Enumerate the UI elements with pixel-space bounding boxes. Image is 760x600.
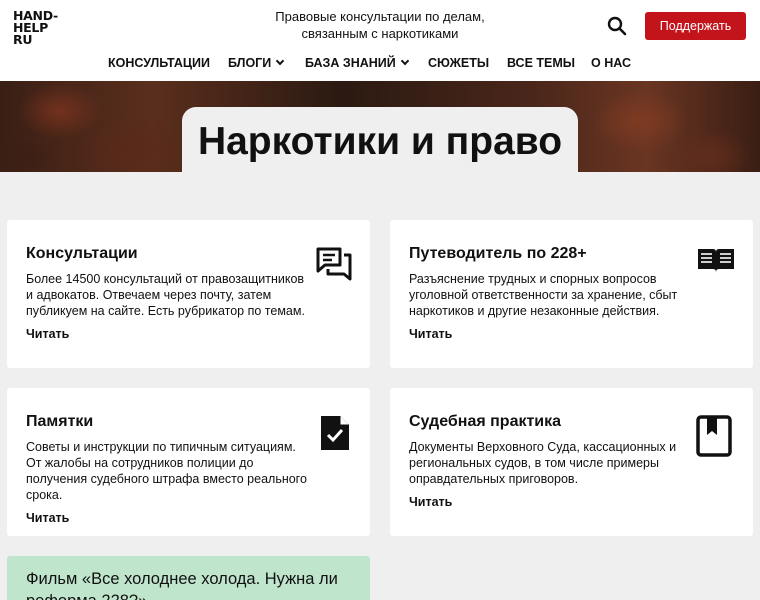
card-title: Путеводитель по 228+: [409, 245, 587, 262]
card-read-link[interactable]: Читать: [409, 327, 735, 341]
nav-item-about[interactable]: О НАС: [591, 56, 631, 70]
site-tagline: Правовые консультации по делам, связанны…: [270, 8, 490, 42]
card-memos[interactable]: Памятки Советы и инструкции по типичным …: [7, 388, 370, 536]
card-title: Консультации: [26, 245, 138, 262]
search-icon[interactable]: [606, 15, 628, 37]
chevron-down-icon: [400, 56, 409, 66]
nav-item-knowledge-base[interactable]: БАЗА ЗНАНИЙ: [305, 56, 409, 70]
card-read-link[interactable]: Читать: [26, 327, 352, 341]
card-guide-228[interactable]: Путеводитель по 228+ Разъяснение трудных…: [390, 220, 753, 368]
nav-item-label: БЛОГИ: [228, 56, 272, 70]
card-read-link[interactable]: Читать: [26, 511, 352, 525]
nav-item-all-topics[interactable]: ВСЕ ТЕМЫ: [507, 56, 575, 70]
chevron-down-icon: [276, 56, 285, 66]
card-read-link[interactable]: Читать: [409, 495, 735, 509]
nav-item-label: СЮЖЕТЫ: [428, 56, 490, 70]
support-button[interactable]: Поддержать: [645, 12, 746, 40]
nav-item-stories[interactable]: СЮЖЕТЫ: [428, 56, 489, 70]
nav-item-label: ВСЕ ТЕМЫ: [507, 56, 576, 70]
card-text: Документы Верховного Суда, кассационных …: [409, 440, 677, 486]
card-consultations[interactable]: Консультации Более 14500 консультаций от…: [7, 220, 370, 368]
nav-item-blogs[interactable]: БЛОГИ: [228, 56, 285, 70]
nav-item-label: БАЗА ЗНАНИЙ: [305, 56, 396, 70]
main-nav: КОНСУЛЬТАЦИИ БЛОГИ БАЗА ЗНАНИЙ СЮЖЕТЫ ВС…: [0, 52, 760, 78]
page-title: Наркотики и право: [197, 120, 563, 163]
site-header: HAND- HELP RU Правовые консультации по д…: [0, 0, 760, 81]
bookmark-book-icon: [696, 415, 732, 462]
card-title: Памятки: [26, 413, 94, 430]
tagline-line: Правовые консультации по делам,: [275, 9, 485, 24]
nav-item-consultations[interactable]: КОНСУЛЬТАЦИИ: [108, 56, 210, 70]
film-title: Фильм «Все холоднее холода. Нужна ли реф…: [26, 570, 338, 600]
site-logo[interactable]: HAND- HELP RU: [13, 9, 58, 47]
logo-line: RU: [13, 32, 33, 47]
nav-item-label: КОНСУЛЬТАЦИИ: [108, 56, 211, 70]
chat-bubbles-icon: [316, 247, 352, 288]
open-book-icon: [697, 246, 735, 279]
card-text: Советы и инструкции по типичным ситуация…: [26, 440, 307, 502]
card-title: Судебная практика: [409, 413, 562, 430]
card-text: Разъяснение трудных и спорных вопросов у…: [409, 272, 678, 318]
card-text: Более 14500 консультаций от правозащитни…: [26, 272, 305, 318]
nav-item-label: О НАС: [591, 56, 631, 70]
card-film[interactable]: Фильм «Все холоднее холода. Нужна ли реф…: [7, 556, 370, 600]
tagline-line: связанным с наркотиками: [301, 26, 459, 41]
document-check-icon: [320, 415, 350, 456]
card-court-practice[interactable]: Судебная практика Документы Верховного С…: [390, 388, 753, 536]
